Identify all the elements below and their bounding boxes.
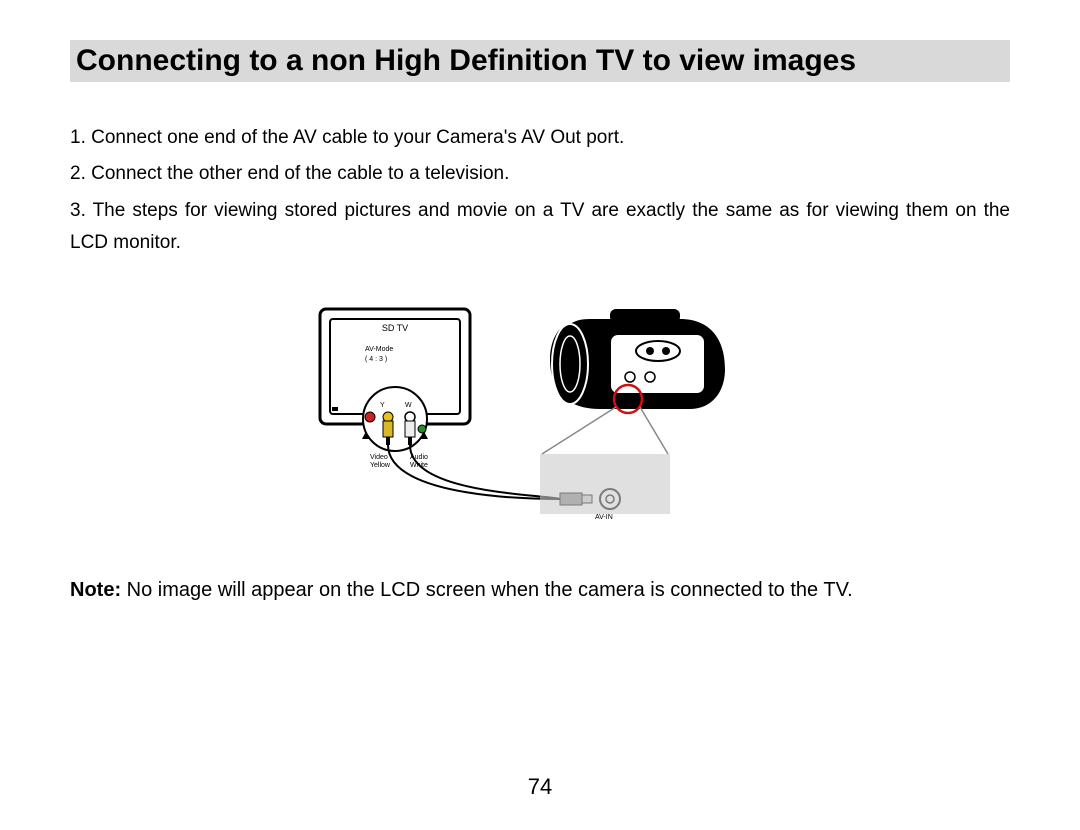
step-2: 2. Connect the other end of the cable to… [70,158,1010,190]
video-color-label: Yellow [370,462,391,469]
avmode-label: AV-Mode [365,346,393,353]
y-label: Y [380,402,385,409]
avin-label: AV-IN [595,514,613,521]
aspect-label: ( 4 : 3 ) [365,356,387,363]
step-1: 1. Connect one end of the AV cable to yo… [70,122,1010,154]
note-label: Note: [70,579,121,601]
page-title: Connecting to a non High Definition TV t… [70,40,1010,82]
note-text: Note: No image will appear on the LCD sc… [70,579,1010,602]
step-3: 3. The steps for viewing stored pictures… [70,195,1010,260]
connection-diagram: SD TV AV-Mode ( 4 : 3 ) Y W Video [70,299,1010,529]
video-label: Video [370,454,388,461]
camera-icon [540,309,725,514]
note-body: No image will appear on the LCD screen w… [121,579,853,601]
tv-label: SD TV [382,323,408,333]
instruction-steps: 1. Connect one end of the AV cable to yo… [70,122,1010,259]
w-label: W [405,402,412,409]
page-number: 74 [0,774,1080,800]
